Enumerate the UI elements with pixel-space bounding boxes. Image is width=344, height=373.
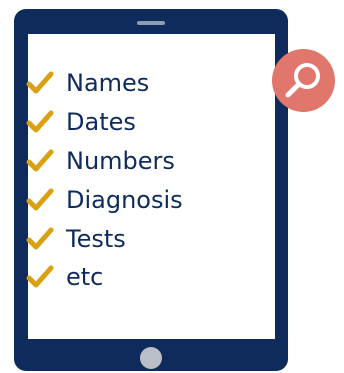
checklist-item-label: Numbers [66, 146, 175, 175]
checkmark-icon [26, 71, 54, 94]
checkmark-icon [26, 227, 54, 250]
checklist-item: etc [26, 258, 183, 297]
checklist: Names Dates Numbers Diagnosis Tests etc [26, 64, 183, 297]
checklist-item-label: Diagnosis [66, 185, 183, 214]
checklist-item-label: Tests [66, 224, 126, 253]
checkmark-icon [26, 188, 54, 211]
checklist-item: Numbers [26, 142, 183, 181]
home-button [140, 347, 162, 369]
checkmark-icon [26, 110, 54, 133]
checklist-item: Names [26, 64, 183, 103]
checklist-item: Diagnosis [26, 180, 183, 219]
illustration-canvas: Names Dates Numbers Diagnosis Tests etc [0, 0, 344, 373]
checklist-item-label: etc [66, 263, 104, 292]
magnifier-icon [285, 63, 320, 98]
checklist-item-label: Names [66, 69, 150, 98]
checklist-item-label: Dates [66, 108, 136, 137]
checkmark-icon [26, 149, 54, 172]
speaker-slot [137, 21, 165, 25]
checklist-item: Dates [26, 103, 183, 142]
checklist-item: Tests [26, 219, 183, 258]
checkmark-icon [26, 265, 54, 288]
search-badge [272, 49, 335, 112]
